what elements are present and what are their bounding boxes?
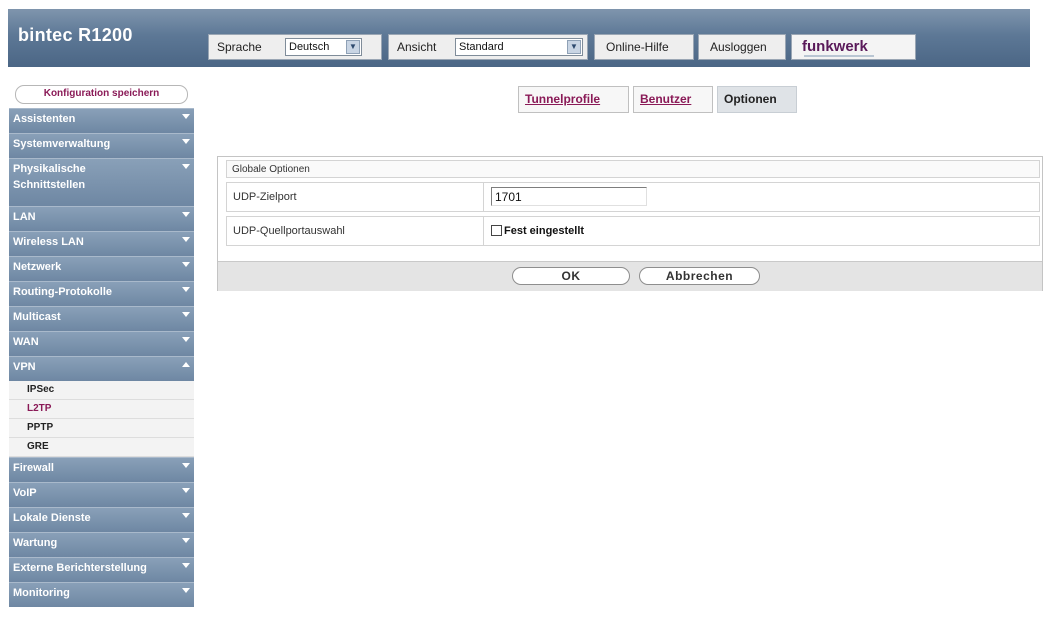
sidebar-item-label: VoIP bbox=[13, 487, 37, 499]
sidebar: Konfiguration speichern Assistenten Syst… bbox=[9, 85, 194, 607]
sidebar-item-label: Monitoring bbox=[13, 587, 70, 599]
sidebar-subitem-gre[interactable]: GRE bbox=[9, 438, 194, 457]
ok-button[interactable]: OK bbox=[512, 267, 630, 285]
udp-destination-port-input[interactable]: 1701 bbox=[491, 187, 647, 206]
sidebar-item-physikalische-schnittstellen[interactable]: Physikalische Schnittstellen bbox=[9, 158, 194, 206]
chevron-down-icon: ▼ bbox=[346, 40, 360, 54]
sidebar-item-label: Firewall bbox=[13, 462, 54, 474]
row-divider bbox=[483, 183, 484, 211]
tab-optionen[interactable]: Optionen bbox=[717, 86, 797, 113]
sidebar-item-lan[interactable]: LAN bbox=[9, 206, 194, 231]
view-select[interactable]: Standard ▼ bbox=[455, 38, 583, 56]
chevron-down-icon bbox=[182, 488, 190, 493]
sidebar-item-label: Routing-Protokolle bbox=[13, 286, 112, 298]
header-bar: bintec R1200 Sprache Deutsch ▼ Ansicht S… bbox=[8, 9, 1030, 67]
sidebar-item-label-line2: Schnittstellen bbox=[13, 179, 86, 191]
chevron-down-icon bbox=[182, 337, 190, 342]
chevron-down-icon bbox=[182, 312, 190, 317]
sidebar-item-label: Netzwerk bbox=[13, 261, 62, 273]
udp-source-port-row: UDP-Quellportauswahl Fest eingestellt bbox=[226, 216, 1040, 246]
panel-footer: OK Abbrechen bbox=[218, 261, 1042, 291]
sidebar-item-assistenten[interactable]: Assistenten bbox=[9, 108, 194, 133]
tab-benutzer[interactable]: Benutzer bbox=[633, 86, 713, 113]
sidebar-item-label: VPN bbox=[13, 361, 36, 373]
online-help-label: Online-Hilfe bbox=[606, 40, 669, 54]
sidebar-item-vpn[interactable]: VPN bbox=[9, 356, 194, 381]
section-title: Globale Optionen bbox=[226, 160, 1040, 178]
row-divider bbox=[483, 217, 484, 245]
language-select-value: Deutsch bbox=[289, 41, 330, 53]
view-label: Ansicht bbox=[397, 40, 437, 54]
sidebar-item-label: Wartung bbox=[13, 537, 58, 549]
sidebar-subitem-ipsec[interactable]: IPSec bbox=[9, 381, 194, 400]
cancel-button[interactable]: Abbrechen bbox=[639, 267, 760, 285]
sidebar-item-label: Systemverwaltung bbox=[13, 138, 111, 150]
sidebar-item-wartung[interactable]: Wartung bbox=[9, 532, 194, 557]
logout-label: Ausloggen bbox=[710, 40, 767, 54]
brand: bintec R1200 bbox=[8, 9, 194, 67]
chevron-down-icon bbox=[182, 513, 190, 518]
language-label: Sprache bbox=[217, 40, 262, 54]
fixed-port-checkbox-label[interactable]: Fest eingestellt bbox=[504, 225, 584, 237]
sidebar-item-firewall[interactable]: Firewall bbox=[9, 457, 194, 482]
chevron-down-icon bbox=[182, 588, 190, 593]
language-selector-group: Sprache Deutsch ▼ bbox=[208, 34, 382, 60]
sidebar-item-label: Externe Berichterstellung bbox=[13, 562, 147, 574]
chevron-down-icon: ▼ bbox=[567, 40, 581, 54]
sidebar-item-netzwerk[interactable]: Netzwerk bbox=[9, 256, 194, 281]
view-select-value: Standard bbox=[459, 41, 504, 53]
tab-tunnelprofile[interactable]: Tunnelprofile bbox=[518, 86, 629, 113]
sidebar-item-routing-protokolle[interactable]: Routing-Protokolle bbox=[9, 281, 194, 306]
logo-underline bbox=[804, 55, 874, 57]
sidebar-item-lokale-dienste[interactable]: Lokale Dienste bbox=[9, 507, 194, 532]
udp-destination-port-row: UDP-Zielport 1701 bbox=[226, 182, 1040, 212]
chevron-down-icon bbox=[182, 212, 190, 217]
funkwerk-logo: funkwerk bbox=[791, 34, 916, 60]
udp-destination-port-label: UDP-Zielport bbox=[233, 191, 297, 203]
logo-text: funkwerk bbox=[802, 38, 868, 55]
sidebar-item-label: LAN bbox=[13, 211, 36, 223]
sidebar-item-label: Lokale Dienste bbox=[13, 512, 91, 524]
language-select[interactable]: Deutsch ▼ bbox=[285, 38, 362, 56]
sidebar-item-monitoring[interactable]: Monitoring bbox=[9, 582, 194, 607]
chevron-down-icon bbox=[182, 262, 190, 267]
sidebar-item-label: Multicast bbox=[13, 311, 61, 323]
options-panel: Globale Optionen UDP-Zielport 1701 UDP-Q… bbox=[217, 156, 1043, 291]
chevron-down-icon bbox=[182, 139, 190, 144]
chevron-down-icon bbox=[182, 287, 190, 292]
logout-button[interactable]: Ausloggen bbox=[698, 34, 786, 60]
sidebar-item-label: Assistenten bbox=[13, 113, 76, 125]
sidebar-item-multicast[interactable]: Multicast bbox=[9, 306, 194, 331]
chevron-down-icon bbox=[182, 164, 190, 169]
fixed-port-checkbox[interactable] bbox=[491, 225, 502, 236]
online-help-button[interactable]: Online-Hilfe bbox=[594, 34, 694, 60]
sidebar-subitem-l2tp[interactable]: L2TP bbox=[9, 400, 194, 419]
sidebar-item-systemverwaltung[interactable]: Systemverwaltung bbox=[9, 133, 194, 158]
sidebar-item-label: Physikalische bbox=[13, 163, 86, 175]
sidebar-item-voip[interactable]: VoIP bbox=[9, 482, 194, 507]
sidebar-item-label: Wireless LAN bbox=[13, 236, 84, 248]
app-title: bintec R1200 bbox=[18, 25, 133, 45]
chevron-up-icon bbox=[182, 362, 190, 367]
view-selector-group: Ansicht Standard ▼ bbox=[388, 34, 588, 60]
save-configuration-button[interactable]: Konfiguration speichern bbox=[15, 85, 188, 104]
sidebar-subitem-pptp[interactable]: PPTP bbox=[9, 419, 194, 438]
sidebar-item-wireless-lan[interactable]: Wireless LAN bbox=[9, 231, 194, 256]
sidebar-item-label: WAN bbox=[13, 336, 39, 348]
chevron-down-icon bbox=[182, 237, 190, 242]
chevron-down-icon bbox=[182, 463, 190, 468]
chevron-down-icon bbox=[182, 563, 190, 568]
udp-source-port-label: UDP-Quellportauswahl bbox=[233, 225, 345, 237]
sidebar-item-wan[interactable]: WAN bbox=[9, 331, 194, 356]
chevron-down-icon bbox=[182, 538, 190, 543]
chevron-down-icon bbox=[182, 114, 190, 119]
sidebar-item-externe-berichterstellung[interactable]: Externe Berichterstellung bbox=[9, 557, 194, 582]
